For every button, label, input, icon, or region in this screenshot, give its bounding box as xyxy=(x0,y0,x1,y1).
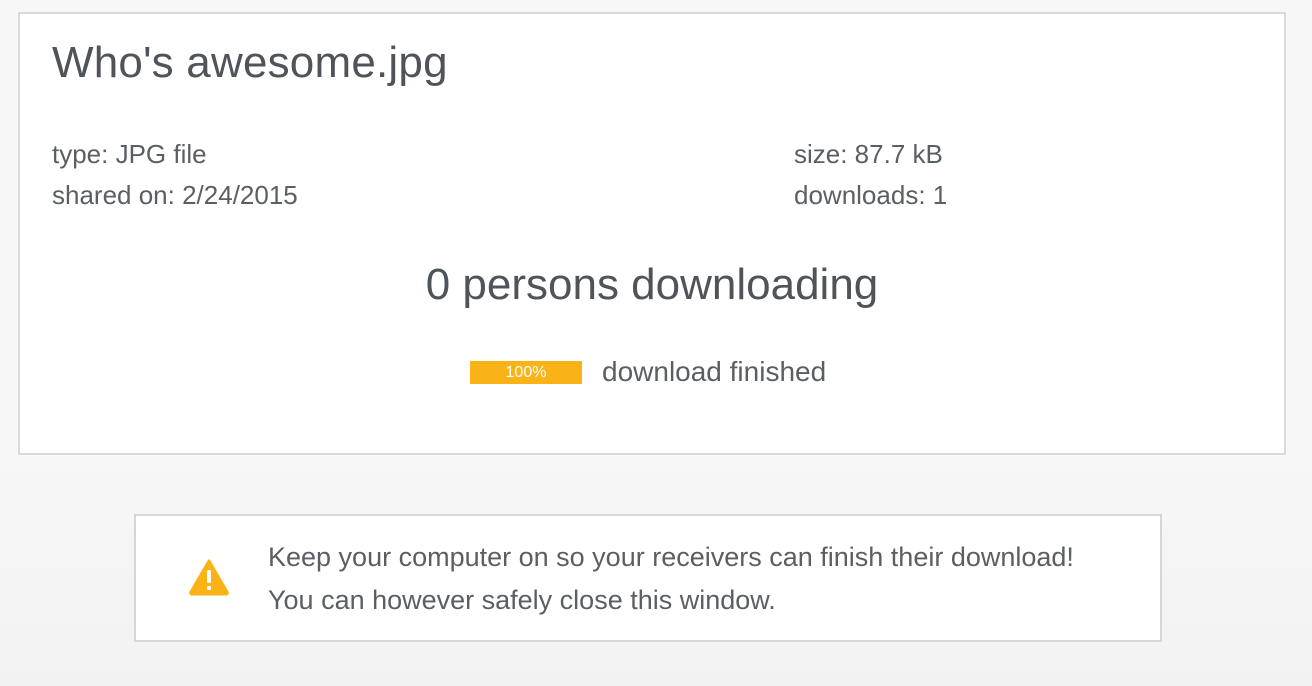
file-name-title: Who's awesome.jpg xyxy=(52,38,448,87)
progress-percent-label: 100% xyxy=(505,363,547,381)
keep-computer-on-notice: Keep your computer on so your receivers … xyxy=(134,514,1162,642)
file-info-card: Who's awesome.jpg type: JPG file shared … xyxy=(18,12,1286,455)
download-count: downloads: 1 xyxy=(794,180,948,210)
progress-bar: 100% xyxy=(470,360,582,384)
warning-icon xyxy=(189,559,229,596)
file-size: size: 87.7 kB xyxy=(794,139,943,169)
file-meta-right: size: 87.7 kB downloads: 1 xyxy=(794,134,947,216)
file-meta-left: type: JPG file shared on: 2/24/2015 xyxy=(52,134,298,216)
persons-downloading: 0 persons downloading xyxy=(425,260,879,309)
download-progress: 100% download finished xyxy=(470,354,826,390)
notice-line-2: You can however safely close this window… xyxy=(268,585,776,615)
notice-text: Keep your computer on so your receivers … xyxy=(268,536,1074,622)
file-type: type: JPG file xyxy=(52,139,207,169)
progress-status-text: download finished xyxy=(602,356,827,387)
notice-line-1: Keep your computer on so your receivers … xyxy=(268,542,1074,572)
shared-date: shared on: 2/24/2015 xyxy=(52,180,298,210)
